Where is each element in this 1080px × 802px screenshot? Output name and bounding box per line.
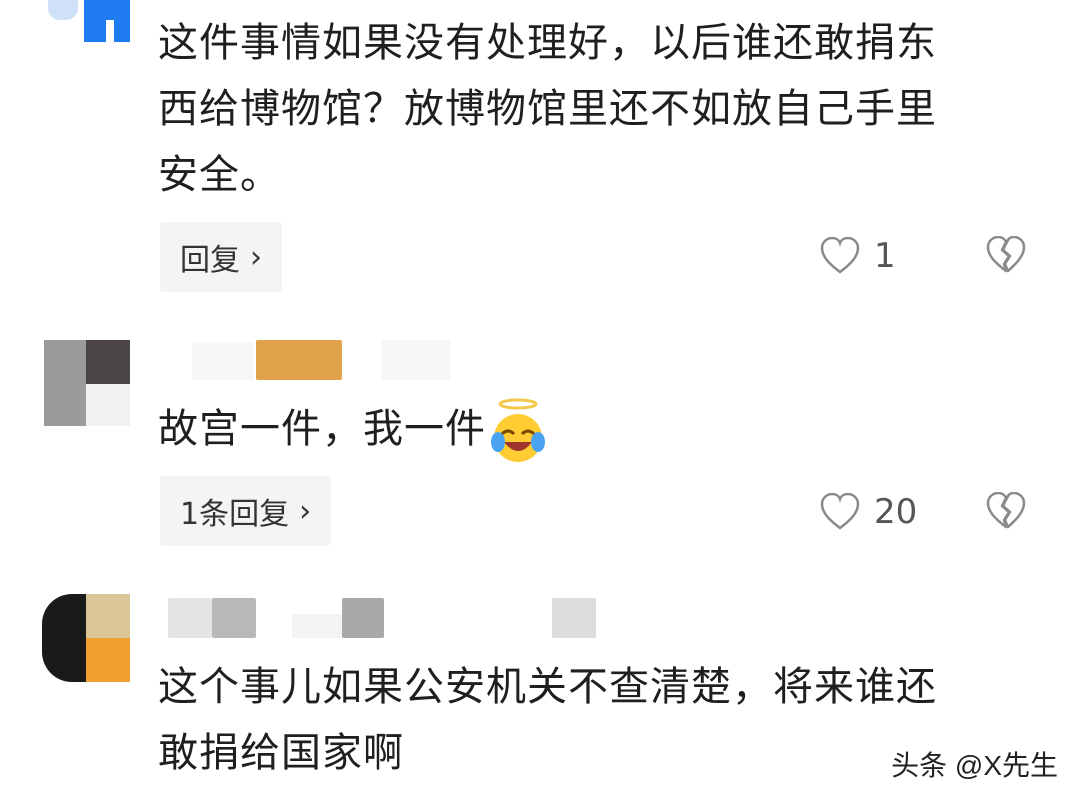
dislike-button[interactable] xyxy=(986,235,1026,278)
comment-text-line: 这个事儿如果公安机关不查清楚，将来谁还 xyxy=(158,664,937,710)
chevron-right-icon: › xyxy=(250,239,262,275)
comment-text: 故宫一件，我一件 xyxy=(158,392,546,466)
comment-text-line: 这件事情如果没有处理好，以后谁还敢捐东 xyxy=(158,20,937,66)
heart-icon xyxy=(820,493,860,530)
view-replies-button[interactable]: 1条回复 › xyxy=(160,476,332,546)
username-blurred xyxy=(192,342,254,380)
reply-label: 1条回复 xyxy=(180,497,290,532)
comment-text-line: 安全。 xyxy=(158,152,281,198)
like-count: 20 xyxy=(874,492,918,532)
avatar[interactable] xyxy=(42,594,130,682)
dislike-button[interactable] xyxy=(986,491,1026,534)
like-button[interactable]: 20 xyxy=(820,492,917,532)
username-blurred xyxy=(256,340,342,380)
watermark: 头条 @X先生 xyxy=(891,750,1058,781)
like-button[interactable]: 1 xyxy=(820,236,896,276)
chevron-right-icon: › xyxy=(299,493,312,529)
avatar[interactable] xyxy=(44,340,130,426)
reply-button[interactable]: 回复 › xyxy=(160,222,282,292)
comment-text-content: 故宫一件，我一件 xyxy=(158,406,486,452)
username-blurred xyxy=(552,598,596,638)
username-blurred xyxy=(382,340,450,380)
username-blurred xyxy=(168,598,212,638)
username-blurred xyxy=(292,614,342,638)
comment-text-line: 敢捐给国家啊 xyxy=(158,730,404,776)
avatar[interactable] xyxy=(48,0,130,42)
like-count: 1 xyxy=(874,236,896,276)
heart-icon xyxy=(820,237,860,274)
broken-heart-icon xyxy=(986,491,1026,529)
broken-heart-icon xyxy=(986,235,1026,273)
laughing-crying-emoji xyxy=(490,394,546,464)
username-blurred xyxy=(212,598,256,638)
reply-label: 回复 xyxy=(180,243,240,278)
comment-text-line: 西给博物馆？放博物馆里还不如放自己手里 xyxy=(158,86,937,132)
username-blurred xyxy=(342,598,384,638)
